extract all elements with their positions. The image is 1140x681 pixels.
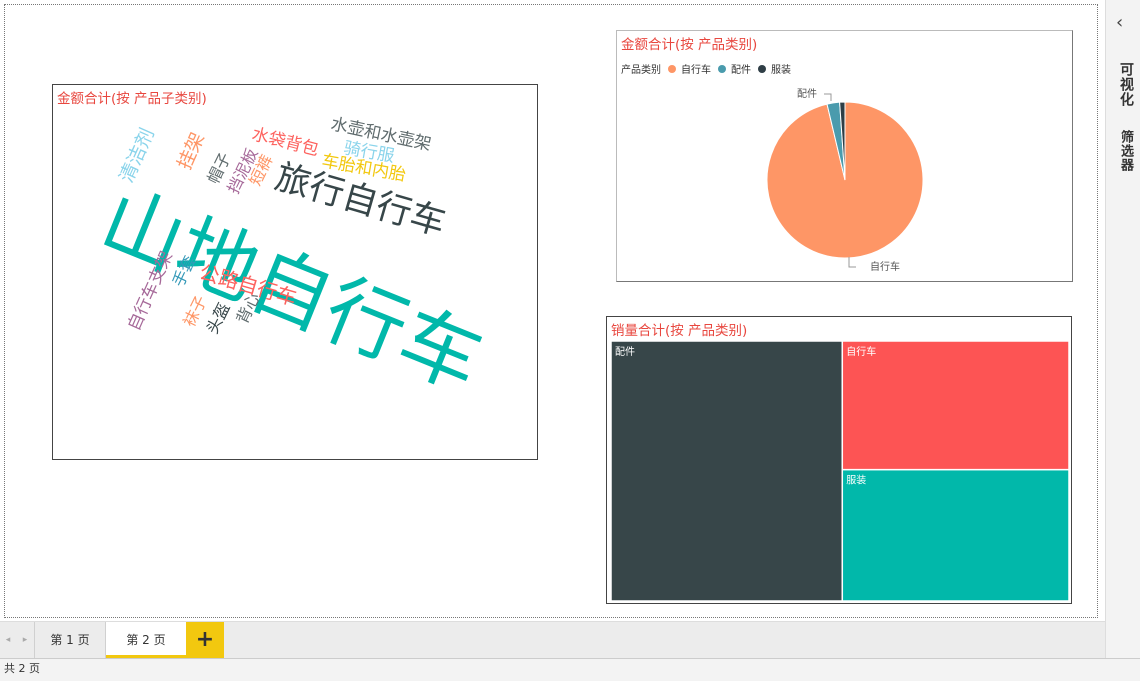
report-canvas[interactable]: 金额合计(按 产品子类别) 山地自行车 旅行自行车 公路自行车 水壶和水壶架 骑… — [4, 4, 1098, 618]
wordcloud-svg: 山地自行车 旅行自行车 公路自行车 水壶和水壶架 骑行服 车胎和内胎 水袋背包 … — [89, 114, 495, 408]
treemap-cell-2[interactable] — [841, 468, 1070, 602]
treemap-svg: 配件 自行车服装 — [610, 340, 1070, 602]
filters-pane-label[interactable]: 筛选器 — [1116, 130, 1135, 172]
right-pane: ‹ 可视化 筛选器 — [1105, 0, 1140, 658]
callout-line-top — [824, 93, 832, 101]
tab-page-1[interactable]: 第 1 页 — [34, 622, 106, 658]
next-page-arrow-icon[interactable]: ▸ — [16, 622, 34, 658]
treemap-label-2: 服装 — [846, 474, 866, 487]
word-cleaners[interactable]: 清洁剂 — [115, 125, 158, 186]
treemap-visual[interactable]: 销量合计(按 产品类别) 配件 自行车 服装 — [606, 316, 1072, 604]
status-bar: 共 2 页 — [0, 658, 1140, 681]
pie-chart-visual[interactable]: 金额合计(按 产品类别) 产品类别 自行车 配件 服装 配件 自行车 — [616, 30, 1073, 282]
treemap-label-1: 自行车 — [846, 345, 876, 358]
callout-label-accessory: 配件 — [797, 88, 817, 100]
page-tab-bar: ◂ ▸ 第 1 页 第 2 页 + — [0, 621, 1105, 658]
tab-page-2[interactable]: 第 2 页 — [106, 622, 186, 658]
page-count-label: 共 2 页 — [4, 662, 40, 675]
word-racks[interactable]: 挂架 — [173, 129, 209, 173]
add-page-button[interactable]: + — [186, 622, 224, 658]
callout-line-bottom — [848, 257, 856, 268]
treemap-label-0: 配件 — [615, 346, 635, 358]
prev-page-arrow-icon[interactable]: ◂ — [0, 622, 16, 658]
wordcloud-visual[interactable]: 金额合计(按 产品子类别) 山地自行车 旅行自行车 公路自行车 水壶和水壶架 骑… — [52, 84, 538, 460]
collapse-pane-icon[interactable]: ‹ — [1116, 12, 1123, 33]
treemap-cell-0[interactable] — [610, 340, 844, 602]
pie-svg: 配件 自行车 — [766, 88, 924, 273]
callout-label-bike: 自行车 — [870, 260, 900, 273]
visualizations-pane-label[interactable]: 可视化 — [1116, 62, 1136, 107]
treemap-cell-1[interactable] — [841, 340, 1070, 471]
